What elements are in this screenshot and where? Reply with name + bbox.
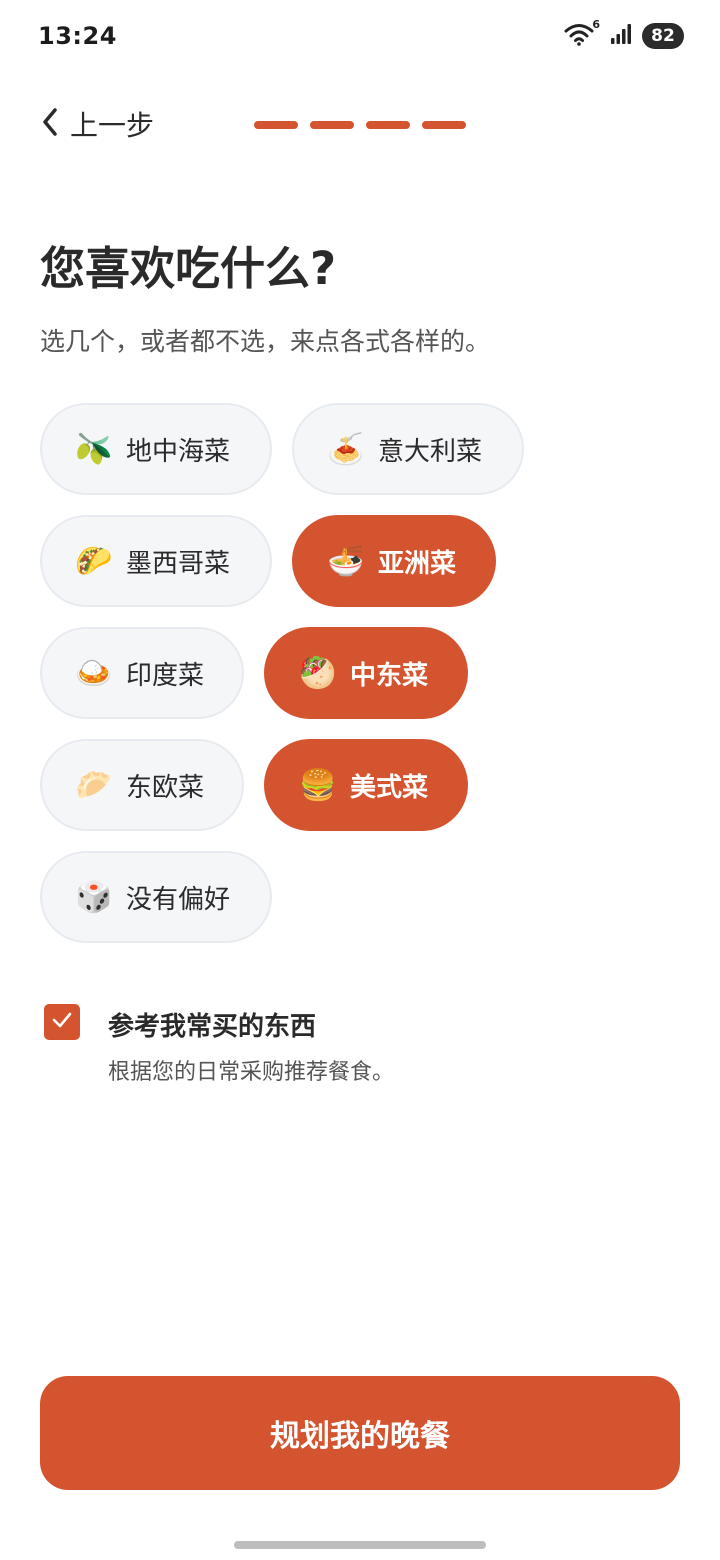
progress-segment <box>310 121 354 129</box>
home-indicator[interactable] <box>234 1541 486 1549</box>
chip-italian[interactable]: 🍝 意大利菜 <box>292 403 524 495</box>
chip-label: 意大利菜 <box>378 436 483 467</box>
preference-description: 根据您的日常采购推荐餐食。 <box>108 1060 395 1085</box>
olive-icon: 🫒 <box>75 431 113 467</box>
chip-label: 印度菜 <box>126 660 205 691</box>
page-subtitle: 选几个，或者都不选，来点各式各样的。 <box>40 327 491 356</box>
progress-segment <box>366 121 410 129</box>
checkmark-icon <box>50 1008 74 1036</box>
step-progress <box>254 121 466 129</box>
chip-indian[interactable]: 🍛 印度菜 <box>40 627 244 719</box>
spaghetti-icon: 🍝 <box>327 431 365 467</box>
chip-label: 美式菜 <box>350 772 429 803</box>
chip-american[interactable]: 🍔 美式菜 <box>264 739 468 831</box>
cellular-signal-icon <box>610 23 632 49</box>
back-label: 上一步 <box>70 109 155 142</box>
chip-middle-eastern[interactable]: 🥙 中东菜 <box>264 627 468 719</box>
chip-eastern-european[interactable]: 🥟 东欧菜 <box>40 739 244 831</box>
chevron-left-icon <box>40 106 60 142</box>
chip-label: 中东菜 <box>350 660 429 691</box>
dice-icon: 🎲 <box>75 879 113 915</box>
app-screen: 13:24 6 82 上一步 您喜欢吃什么? 选几个，或者都不选，来点各式各样的… <box>0 0 720 1560</box>
status-time: 13:24 <box>38 22 117 50</box>
wifi-badge: 6 <box>592 18 600 31</box>
chip-no-preference[interactable]: 🎲 没有偏好 <box>40 851 272 943</box>
dumpling-icon: 🥟 <box>75 767 113 803</box>
progress-segment <box>422 121 466 129</box>
status-bar: 13:24 6 82 <box>0 0 720 72</box>
chip-label: 亚洲菜 <box>378 548 457 579</box>
chip-label: 地中海菜 <box>126 436 231 467</box>
page-title: 您喜欢吃什么? <box>40 242 337 295</box>
chip-mediterranean[interactable]: 🫒 地中海菜 <box>40 403 272 495</box>
back-button[interactable]: 上一步 <box>40 104 154 144</box>
curry-icon: 🍛 <box>75 655 113 691</box>
flatbread-icon: 🥙 <box>299 655 337 691</box>
noodle-bowl-icon: 🍜 <box>327 543 365 579</box>
battery-indicator: 82 <box>642 23 684 49</box>
chip-asian[interactable]: 🍜 亚洲菜 <box>292 515 496 607</box>
plan-dinner-button[interactable]: 规划我的晚餐 <box>40 1376 680 1490</box>
purchase-history-checkbox[interactable] <box>44 1004 80 1040</box>
chip-mexican[interactable]: 🌮 墨西哥菜 <box>40 515 272 607</box>
chip-label: 没有偏好 <box>126 884 231 915</box>
chip-label: 墨西哥菜 <box>126 548 231 579</box>
chip-label: 东欧菜 <box>126 772 205 803</box>
taco-icon: 🌮 <box>75 543 113 579</box>
preference-title: 参考我常买的东西 <box>108 1012 317 1042</box>
progress-segment <box>254 121 298 129</box>
status-icons: 6 82 <box>564 18 684 50</box>
burger-icon: 🍔 <box>299 767 337 803</box>
wifi-icon: 6 <box>564 18 600 50</box>
